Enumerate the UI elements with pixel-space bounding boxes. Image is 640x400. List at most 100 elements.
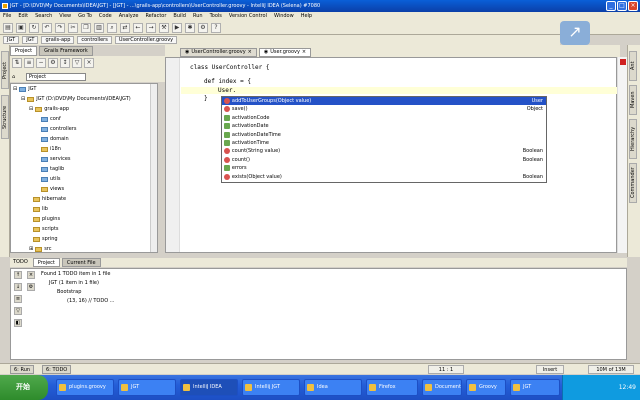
completion-popup[interactable]: addToUserGroups(Object value) User save()… [221,96,547,183]
hide-icon[interactable]: × [84,58,94,68]
forward-icon[interactable]: → [146,23,156,33]
expand-icon[interactable]: ↑ [14,271,22,279]
completion-item[interactable]: count(String value) Boolean [222,147,546,155]
undo-icon[interactable]: ↶ [42,23,52,33]
menu-analyze[interactable]: Analyze [119,12,139,21]
tree-item[interactable]: hibernate [11,194,157,204]
tool-tab-hierarchy[interactable]: Hierarchy [629,119,637,159]
taskbar-item[interactable]: Idea [304,379,362,396]
tree-item[interactable]: plugins [11,214,157,224]
editor-gutter[interactable] [166,58,180,252]
tree-item[interactable]: ⊞ src [11,244,157,252]
breadcrumb-item[interactable]: UserController.groovy [114,36,178,44]
menu-file[interactable]: File [3,12,11,21]
menu-build[interactable]: Build [173,12,186,21]
tool-tab-commander[interactable]: Commander [629,163,637,203]
tab-usercontroller[interactable]: ◉ UserController.groovy × [180,48,257,57]
tree-item[interactable]: taglib [11,164,157,174]
menu-run[interactable]: Run [193,12,203,21]
menu-refactor[interactable]: Refactor [145,12,166,21]
tree-item[interactable]: ⊟ JGT (D:\DVD\My Documents\IDEA\JGT) [11,94,157,104]
tree-item[interactable]: controllers [11,124,157,134]
tree-item[interactable]: utils [11,174,157,184]
redo-icon[interactable]: ↷ [55,23,65,33]
flatten-icon[interactable]: ≡ [24,58,34,68]
taskbar-item[interactable]: Groovy [466,379,506,396]
start-button[interactable]: 开始 [0,375,48,400]
copy-icon[interactable]: ❐ [81,23,91,33]
menu-goto[interactable]: Go To [78,12,92,21]
project-view-combo[interactable]: Project [26,73,86,81]
tree-item[interactable]: views [11,184,157,194]
menu-version-control[interactable]: Version Control [229,12,267,21]
paste-icon[interactable]: ▥ [94,23,104,33]
filter-icon[interactable]: ▽ [14,307,22,315]
preview-icon[interactable]: ◧ [14,319,22,327]
taskbar-item[interactable]: Firefox [366,379,418,396]
clock[interactable]: 12:49 [619,384,636,391]
error-marker-icon[interactable] [620,59,626,65]
tab-todo-current-file[interactable]: Current File [61,258,101,267]
tree-item[interactable]: services [11,154,157,164]
autoscroll-icon[interactable]: ⇅ [12,58,22,68]
completion-item[interactable]: activationDateTime [222,131,546,139]
breadcrumb-item[interactable]: JGT [22,36,39,44]
menu-window[interactable]: Window [274,12,294,21]
tab-user[interactable]: ◉ User.groovy × [258,48,312,57]
menu-tools[interactable]: Tools [210,12,222,21]
filter-icon[interactable]: ▽ [72,58,82,68]
menu-view[interactable]: View [59,12,71,21]
completion-item[interactable]: exists(Object value) Boolean [222,173,546,181]
tab-todo-project[interactable]: Project [32,258,60,267]
maximize-button[interactable]: □ [617,1,627,11]
sync-icon[interactable]: ↻ [29,23,39,33]
settings-icon[interactable]: ⚙ [27,283,35,291]
menu-edit[interactable]: Edit [18,12,28,21]
settings-icon[interactable]: ⚙ [198,23,208,33]
completion-item[interactable]: save() Object [222,105,546,113]
help-icon[interactable]: ? [211,23,221,33]
collapse-icon[interactable]: ↓ [14,283,22,291]
tool-tab-ant[interactable]: Ant [629,51,637,81]
menu-help[interactable]: Help [301,12,312,21]
flatten-icon[interactable]: ≡ [14,295,22,303]
find-icon[interactable]: ⌕ [107,23,117,33]
completion-item[interactable]: activationTime [222,139,546,147]
tree-scrollbar[interactable] [150,84,157,252]
memory-indicator[interactable]: 10M of 13M [588,365,634,374]
minimize-button[interactable]: _ [606,1,616,11]
back-icon[interactable]: ← [133,23,143,33]
tree-item[interactable]: lib [11,204,157,214]
taskbar-item[interactable]: JGT [510,379,560,396]
tab-project[interactable]: Project [10,46,38,56]
cut-icon[interactable]: ✂ [68,23,78,33]
completion-item[interactable]: addToUserGroups(Object value) User [222,97,546,106]
taskbar-item[interactable]: JGT [118,379,176,396]
caret-position[interactable]: 11 : 1 [428,365,464,374]
tool-tab-project[interactable]: Project [1,51,9,89]
tool-tab-structure[interactable]: Structure [1,95,9,139]
save-icon[interactable]: ▣ [16,23,26,33]
tool-tab-maven[interactable]: Maven [629,85,637,115]
breadcrumb-item[interactable]: controllers [77,36,112,44]
taskbar-item[interactable]: plugins.groovy [56,379,114,396]
tree-item[interactable]: i18n [11,144,157,154]
tab-grails-framework[interactable]: Grails Framework [39,46,93,56]
debug-icon[interactable]: ✱ [185,23,195,33]
taskbar-item[interactable]: Intellij JGT [242,379,300,396]
replace-icon[interactable]: ⇄ [120,23,130,33]
collapse-icon[interactable]: − [36,58,46,68]
settings-icon[interactable]: ⚙ [48,58,58,68]
open-icon[interactable]: ▤ [3,23,13,33]
close-icon[interactable]: × [302,49,306,56]
close-panel-icon[interactable]: × [27,271,35,279]
completion-item[interactable]: activationDate [222,122,546,130]
taskbar-item[interactable]: IntelliJ IDEA [180,379,238,396]
tree-item[interactable]: ⊟ JGT [11,84,157,94]
build-icon[interactable]: ⚒ [159,23,169,33]
completion-item[interactable]: errors [222,164,546,172]
todo-module[interactable]: JGT (1 item in 1 file) [49,279,99,287]
tree-item[interactable]: domain [11,134,157,144]
sort-icon[interactable]: ↕ [60,58,70,68]
tool-tab-todo[interactable]: 6: TODO [42,365,72,374]
